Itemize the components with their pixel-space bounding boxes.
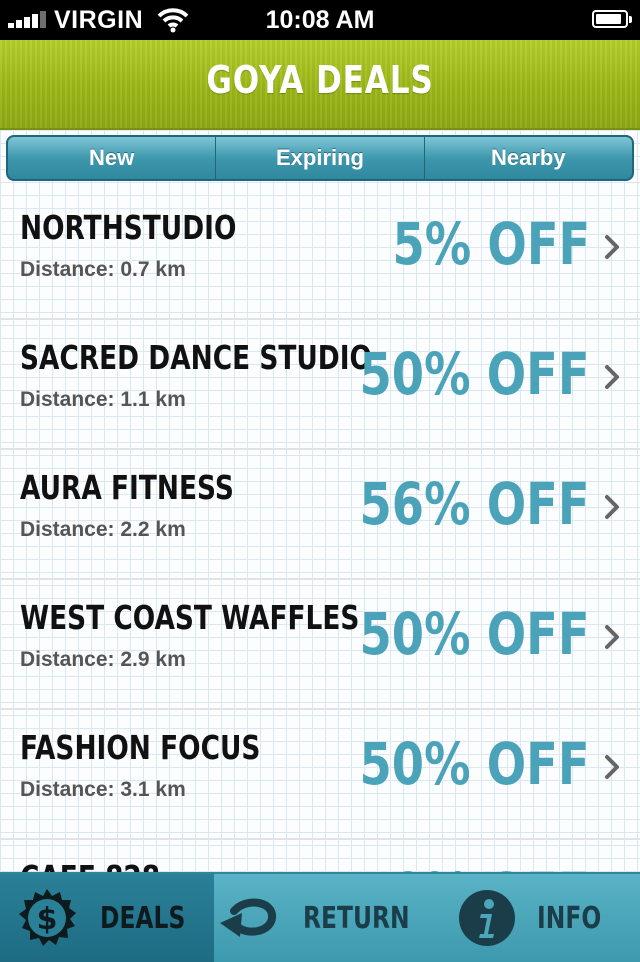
- deal-distance: Distance: 0.7 km: [20, 258, 186, 281]
- segmented-control: New Expiring Nearby: [6, 135, 634, 181]
- battery-level: [596, 14, 621, 24]
- status-bar: VIRGIN 10:08 AM: [0, 0, 640, 40]
- svg-text:$: $: [37, 902, 58, 937]
- navigation-bar: GOYA DEALS: [0, 40, 640, 130]
- content-area: New Expiring Nearby NORTHSTUDIO Distance…: [0, 130, 640, 872]
- deal-name: WEST COAST WAFFLES: [20, 598, 360, 637]
- deal-name: AURA FITNESS: [20, 468, 234, 507]
- tab-bar: $ DEALS RETURN INFO: [0, 872, 640, 962]
- deal-name: CAFE 828: [20, 858, 160, 872]
- deal-discount: 50% OFF: [359, 600, 590, 668]
- chevron-right-icon: [605, 495, 619, 519]
- tab-label: DEALS: [100, 900, 186, 936]
- deal-row[interactable]: FASHION FOCUS Distance: 3.1 km 50% OFF: [0, 710, 640, 840]
- return-arrow-icon: [220, 898, 277, 937]
- deal-row[interactable]: NORTHSTUDIO Distance: 0.7 km 5% OFF: [0, 190, 640, 320]
- deal-name: NORTHSTUDIO: [20, 208, 237, 247]
- chevron-right-icon: [605, 625, 619, 649]
- segment-label: Nearby: [491, 145, 566, 170]
- battery-icon: [592, 10, 632, 28]
- tab-deals[interactable]: $ DEALS: [0, 874, 214, 962]
- deal-name: SACRED DANCE STUDIO: [20, 338, 372, 377]
- segment-new[interactable]: New: [8, 137, 215, 179]
- deal-discount: 50% OFF: [360, 860, 590, 872]
- tab-label: RETURN: [303, 900, 410, 936]
- chevron-right-icon: [605, 235, 619, 259]
- deal-name: FASHION FOCUS: [20, 728, 261, 767]
- deal-distance: Distance: 3.1 km: [20, 778, 186, 801]
- deal-row[interactable]: WEST COAST WAFFLES Distance: 2.9 km 50% …: [0, 580, 640, 710]
- deal-discount: 5% OFF: [392, 210, 590, 278]
- segment-nearby[interactable]: Nearby: [423, 137, 632, 179]
- tab-return[interactable]: RETURN: [214, 874, 427, 962]
- segment-label: Expiring: [275, 145, 364, 170]
- tab-label: INFO: [537, 900, 602, 936]
- chevron-right-icon: [605, 755, 619, 779]
- tab-info[interactable]: INFO: [427, 874, 640, 962]
- status-time: 10:08 AM: [265, 6, 375, 34]
- segment-label: New: [89, 145, 135, 170]
- info-icon: [459, 890, 516, 946]
- deal-row[interactable]: SACRED DANCE STUDIO Distance: 1.1 km 50%…: [0, 320, 640, 450]
- deal-discount: 50% OFF: [359, 730, 590, 798]
- segment-expiring[interactable]: Expiring: [215, 137, 423, 179]
- dollar-badge-icon: $: [19, 889, 77, 946]
- deal-distance: Distance: 1.1 km: [20, 388, 186, 411]
- page-title: GOYA DEALS: [206, 58, 434, 102]
- deal-row[interactable]: AURA FITNESS Distance: 2.2 km 56% OFF: [0, 450, 640, 580]
- deal-discount: 50% OFF: [359, 340, 590, 408]
- deal-discount: 56% OFF: [359, 470, 590, 538]
- deal-distance: Distance: 2.9 km: [20, 648, 186, 671]
- chevron-right-icon: [605, 365, 619, 389]
- deal-row[interactable]: CAFE 828 50% OFF: [0, 840, 640, 872]
- deal-list: NORTHSTUDIO Distance: 0.7 km 5% OFF SACR…: [0, 190, 640, 872]
- deal-distance: Distance: 2.2 km: [20, 518, 186, 541]
